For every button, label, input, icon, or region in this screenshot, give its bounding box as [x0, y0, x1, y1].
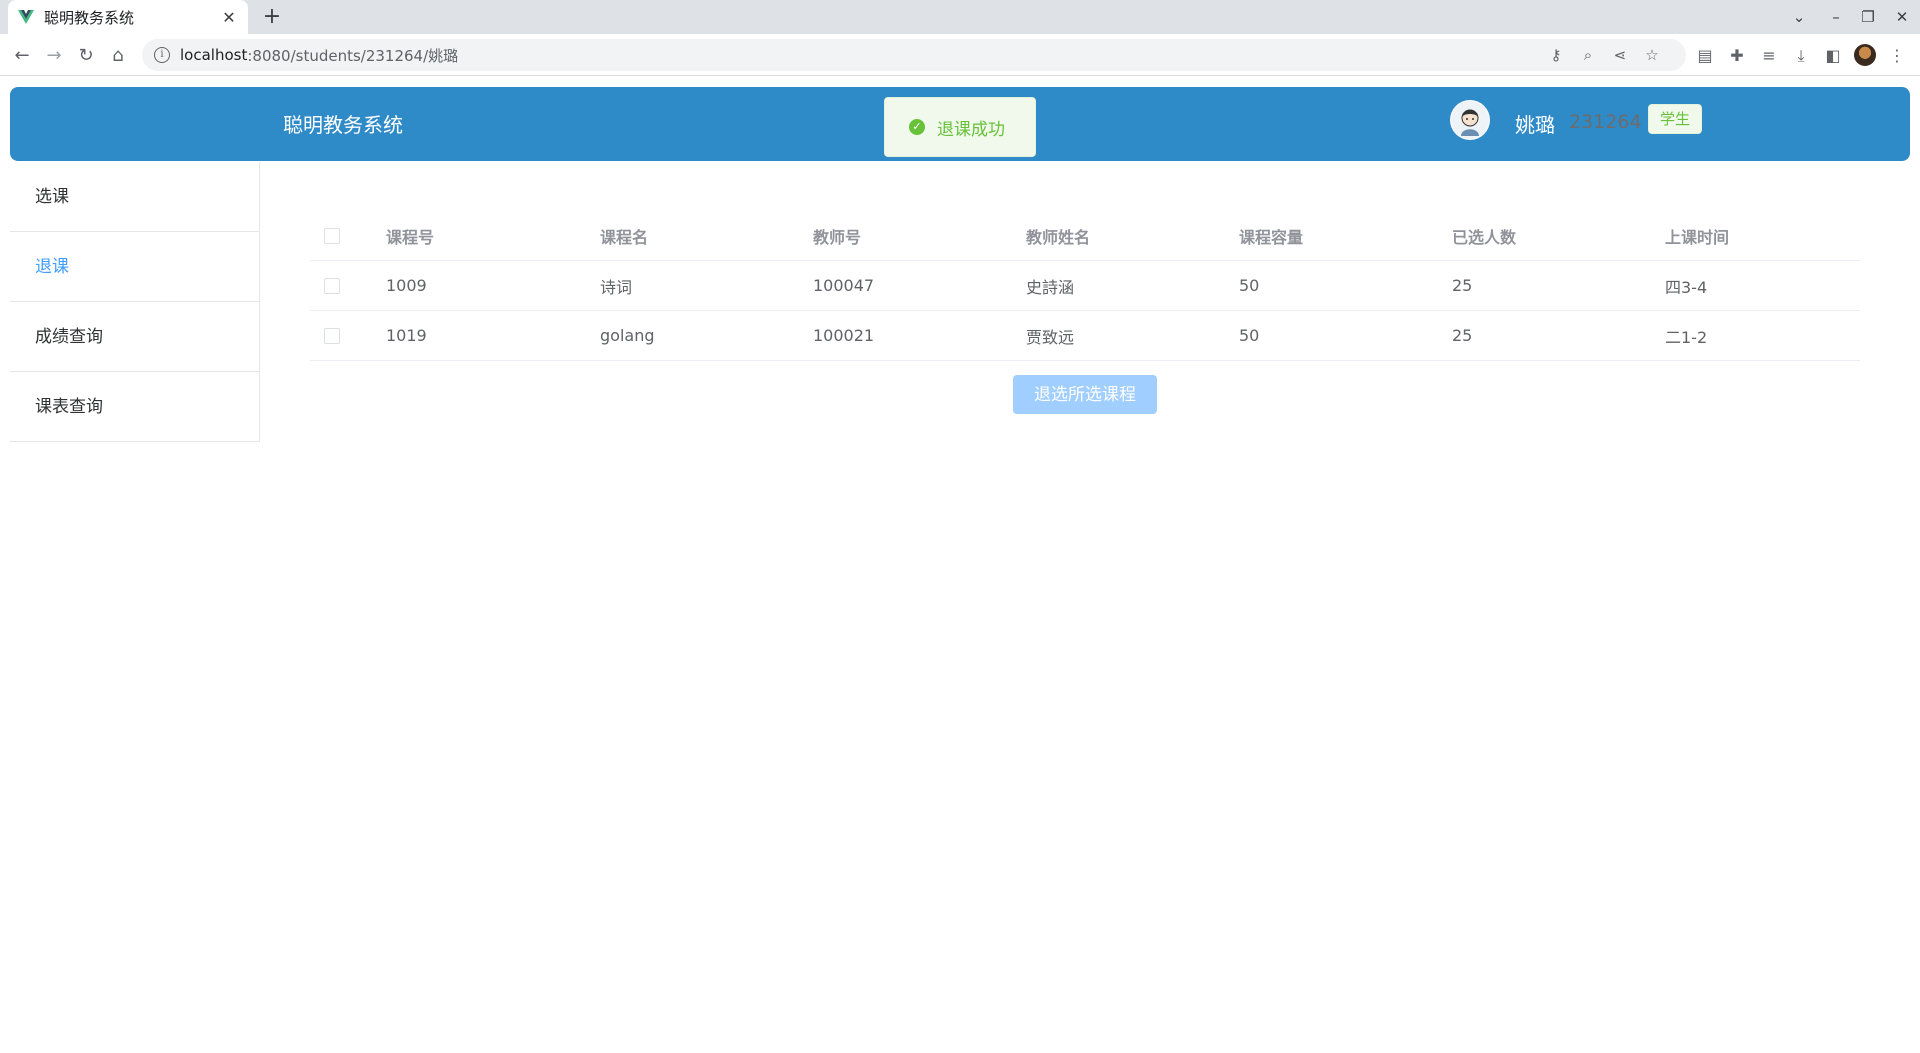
url-host: localhost — [180, 46, 248, 64]
row-checkbox[interactable] — [324, 327, 340, 344]
browser-tab-strip: 聪明教务系统 ✕ + ⌄ – ❐ ✕ — [0, 0, 1920, 34]
table-cell: 贾致远 — [1026, 327, 1075, 347]
table-cell: 四3-4 — [1665, 277, 1708, 297]
restore-icon[interactable]: ❐ — [1852, 0, 1884, 34]
media-queue-icon[interactable]: ≡ — [1758, 45, 1780, 67]
row-checkbox[interactable] — [324, 277, 340, 294]
zoom-icon[interactable]: ⌕ — [1578, 45, 1598, 65]
sidebar-item-select-course[interactable]: 选课 — [10, 162, 259, 232]
key-icon[interactable]: ⚷ — [1546, 45, 1566, 65]
table-header-row: 课程号 课程名 教师号 教师姓名 课程容量 已选人数 上课时间 — [310, 211, 1860, 261]
table-cell: 1009 — [386, 276, 427, 295]
table-cell: 25 — [1452, 326, 1473, 345]
close-tab-icon[interactable]: ✕ — [220, 8, 238, 27]
bookmark-star-icon[interactable]: ☆ — [1642, 45, 1662, 65]
table-cell: 100047 — [813, 276, 875, 295]
download-icon[interactable]: ⤓ — [1790, 45, 1812, 67]
role-tag: 学生 — [1648, 104, 1703, 134]
back-icon[interactable]: ← — [7, 40, 37, 70]
table-cell: 二1-2 — [1665, 327, 1708, 347]
drop-selected-courses-button[interactable]: 退选所选课程 — [1013, 375, 1157, 414]
table-row[interactable]: 1009 诗词 100047 史詩涵 50 25 四3-4 — [310, 261, 1860, 311]
column-header: 教师姓名 — [1026, 227, 1091, 247]
table-cell: 50 — [1239, 326, 1260, 345]
sidebar-item-drop-course[interactable]: 退课 — [10, 232, 259, 302]
table-row[interactable]: 1019 golang 100021 贾致远 50 25 二1-2 — [310, 311, 1860, 361]
site-info-icon[interactable]: i — [154, 47, 170, 63]
success-toast: ✓ 退课成功 — [884, 97, 1036, 157]
column-header: 课程容量 — [1239, 227, 1304, 247]
reload-icon[interactable]: ↻ — [71, 40, 101, 70]
tab-title: 聪明教务系统 — [44, 8, 135, 27]
minimize-icon[interactable]: – — [1820, 0, 1852, 34]
table-cell: 50 — [1239, 276, 1260, 295]
profile-avatar-icon[interactable] — [1854, 44, 1876, 66]
address-bar[interactable]: i localhost :8080/students/231264/姚璐 ⚷ ⌕… — [142, 39, 1686, 71]
share-icon[interactable]: ⋖ — [1610, 45, 1630, 65]
toast-message: 退课成功 — [937, 119, 1005, 140]
side-panel-icon[interactable]: ◧ — [1822, 45, 1844, 67]
tab-search-icon[interactable]: ⌄ — [1783, 0, 1815, 34]
column-header: 上课时间 — [1665, 227, 1730, 247]
success-check-icon: ✓ — [909, 119, 925, 135]
close-window-icon[interactable]: ✕ — [1886, 0, 1918, 34]
reading-mode-icon[interactable]: ▤ — [1694, 45, 1716, 67]
user-name: 姚璐 — [1515, 113, 1555, 137]
sidebar-item-timetable-query[interactable]: 课表查询 — [10, 372, 259, 442]
home-icon[interactable]: ⌂ — [103, 40, 133, 70]
column-header: 已选人数 — [1452, 227, 1517, 247]
column-header: 教师号 — [813, 227, 862, 247]
table-cell: 1019 — [386, 326, 427, 345]
table-cell: 诗词 — [600, 277, 633, 297]
browser-toolbar: ← → ↻ ⌂ i localhost :8080/students/23126… — [0, 34, 1920, 76]
user-id: 231264 — [1569, 111, 1642, 133]
user-avatar-icon[interactable] — [1450, 100, 1490, 140]
select-all-checkbox[interactable] — [324, 227, 340, 244]
app-title: 聪明教务系统 — [283, 113, 403, 137]
column-header: 课程名 — [600, 227, 649, 247]
forward-icon[interactable]: → — [39, 40, 69, 70]
table-cell: 25 — [1452, 276, 1473, 295]
browser-tab[interactable]: 聪明教务系统 ✕ — [8, 0, 248, 34]
vue-logo-icon — [18, 10, 34, 24]
extensions-icon[interactable]: ✚ — [1726, 45, 1748, 67]
table-cell: 100021 — [813, 326, 875, 345]
table-cell: 史詩涵 — [1026, 277, 1075, 297]
course-table: 课程号 课程名 教师号 教师姓名 课程容量 已选人数 上课时间 1009 诗词 … — [310, 211, 1860, 361]
menu-icon[interactable]: ⋮ — [1886, 45, 1908, 67]
sidebar-menu: 选课 退课 成绩查询 课表查询 — [10, 162, 260, 442]
sidebar-item-grade-query[interactable]: 成绩查询 — [10, 302, 259, 372]
column-header: 课程号 — [386, 227, 435, 247]
table-cell: golang — [600, 326, 655, 345]
url-path: :8080/students/231264/姚璐 — [247, 46, 459, 65]
new-tab-icon[interactable]: + — [258, 3, 286, 31]
